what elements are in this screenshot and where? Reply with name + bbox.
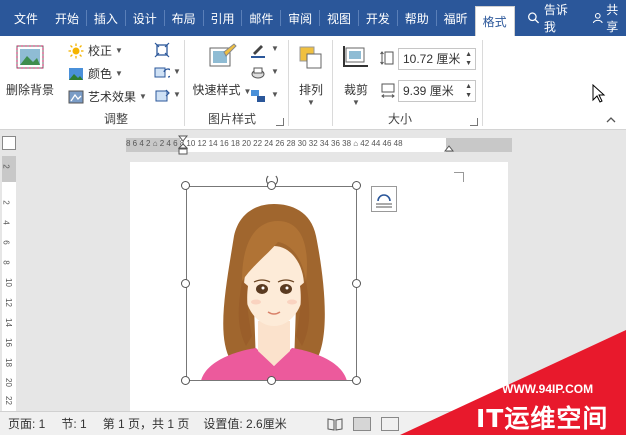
tab-format[interactable]: 格式 <box>474 6 515 36</box>
arrange-label: 排列 <box>298 83 323 97</box>
picture-styles-launcher[interactable] <box>276 118 284 126</box>
picture-selection-frame <box>186 186 357 381</box>
resize-handle-top-right[interactable] <box>352 181 361 190</box>
artistic-effects-label: 艺术效果 <box>88 90 137 104</box>
status-setting-value: 设置值: 2.6厘米 <box>203 417 287 431</box>
mouse-cursor-icon <box>592 84 606 103</box>
artistic-effects-icon <box>68 90 84 103</box>
change-picture-icon[interactable] <box>154 65 170 81</box>
sun-icon <box>68 43 84 58</box>
picture-border-icon[interactable] <box>250 42 266 58</box>
lightbulb-search-icon <box>527 12 539 24</box>
tab-references[interactable]: 引用 <box>203 0 241 36</box>
shape-height-input[interactable]: 10.72 厘米 ▲ ▼ <box>398 48 476 70</box>
tab-layout[interactable]: 布局 <box>165 0 203 36</box>
watermark-url: WWW.94IP.COM <box>502 382 594 396</box>
height-spinner-arrows[interactable]: ▲ ▼ <box>465 50 472 68</box>
picture-styles-group-label: 图片样式 <box>207 112 256 126</box>
remove-background-button[interactable]: 删除背景 <box>4 42 56 98</box>
layout-options-button[interactable] <box>371 186 397 212</box>
resize-handle-left[interactable] <box>181 279 190 288</box>
collapse-ribbon-icon[interactable] <box>606 116 616 124</box>
shape-width-value: 9.39 厘米 <box>403 84 454 98</box>
corrections-label: 校正 <box>88 44 113 58</box>
quick-styles-label: 快速样式 <box>192 83 241 97</box>
tab-help[interactable]: 帮助 <box>398 0 436 36</box>
picture-color-icon <box>69 67 83 80</box>
resize-handle-bottom[interactable] <box>267 376 276 385</box>
tab-mailings[interactable]: 邮件 <box>242 0 280 36</box>
indent-marker-icon[interactable] <box>178 135 188 155</box>
resize-handle-bottom-right[interactable] <box>352 376 361 385</box>
resize-handle-bottom-left[interactable] <box>181 376 190 385</box>
status-page-count[interactable]: 第 1 页，共 1 页 <box>103 415 190 432</box>
status-page[interactable]: 页面: 1 <box>8 415 45 432</box>
horizontal-ruler[interactable]: 8 6 4 2 ⌂ 2 4 6 8 10 12 14 16 18 20 22 2… <box>126 135 512 155</box>
color-button[interactable]: 颜色 ▼ <box>68 65 123 82</box>
adjust-group-label: 调整 <box>103 112 128 126</box>
corrections-button[interactable]: 校正 ▼ <box>68 42 123 59</box>
color-label: 颜色 <box>88 67 113 81</box>
arrange-button[interactable]: 排列 ▼ <box>294 42 328 107</box>
text-wrap-icon <box>376 194 392 208</box>
tab-developer[interactable]: 开发 <box>359 0 397 36</box>
picture-effects-icon[interactable] <box>250 65 266 81</box>
shape-width-input[interactable]: 9.39 厘米 ▲ ▼ <box>398 80 476 102</box>
reset-picture-icon[interactable] <box>154 88 170 104</box>
quick-styles-button[interactable]: 快速样式 ▼ <box>192 42 252 98</box>
crop-label: 裁剪 <box>343 83 368 97</box>
ribbon-panel: 删除背景 校正 ▼ 颜色 ▼ 艺术效果 ▼ ▼ ▼ 调整 快速样式 ▼ ▼ ▼ ▼ 图片… <box>0 36 626 130</box>
shape-height-icon <box>380 51 394 65</box>
tab-insert[interactable]: 插入 <box>87 0 125 36</box>
margin-corner-mark <box>454 172 464 182</box>
print-layout-button[interactable] <box>352 416 371 431</box>
ribbon-tab-bar: 文件 开始 插入 设计 布局 引用 邮件 审阅 视图 开发 帮助 福昕 格式 告… <box>0 0 626 36</box>
tab-review[interactable]: 审阅 <box>281 0 319 36</box>
resize-handle-top-left[interactable] <box>181 181 190 190</box>
quick-styles-icon <box>209 43 237 67</box>
tell-me-label: 告诉我 <box>543 3 568 34</box>
tab-home[interactable]: 开始 <box>48 0 86 36</box>
tab-foxit[interactable]: 福昕 <box>437 0 475 36</box>
width-spinner-arrows[interactable]: ▲ ▼ <box>465 82 472 100</box>
tab-view[interactable]: 视图 <box>320 0 358 36</box>
tell-me-box[interactable]: 告诉我 <box>527 0 574 36</box>
tab-stop-selector[interactable] <box>2 136 16 150</box>
resize-handle-top[interactable] <box>267 181 276 190</box>
artistic-effects-button[interactable]: 艺术效果 ▼ <box>68 88 147 105</box>
status-section[interactable]: 节: 1 <box>61 415 86 432</box>
tab-file[interactable]: 文件 <box>0 0 48 36</box>
share-label: 共享 <box>606 3 619 34</box>
person-icon <box>592 13 603 24</box>
crop-icon <box>343 46 368 67</box>
size-group-label: 大小 <box>387 112 412 126</box>
right-indent-marker-icon[interactable] <box>444 144 454 152</box>
tab-design[interactable]: 设计 <box>126 0 164 36</box>
remove-background-label: 删除背景 <box>5 83 54 97</box>
picture-layout-icon[interactable] <box>250 88 266 104</box>
crop-button[interactable]: 裁剪 ▼ <box>338 42 374 107</box>
arrange-icon <box>299 46 322 69</box>
read-mode-icon[interactable] <box>327 417 343 431</box>
watermark-brand: IT运维空间 <box>476 404 609 433</box>
shape-height-value: 10.72 厘米 <box>403 52 461 66</box>
remove-background-icon <box>16 45 44 69</box>
web-layout-button[interactable] <box>380 416 399 431</box>
size-launcher[interactable] <box>470 118 478 126</box>
shape-width-icon <box>381 83 395 98</box>
resize-handle-right[interactable] <box>352 279 361 288</box>
compress-pictures-icon[interactable] <box>154 42 170 58</box>
share-button[interactable]: 共享 <box>592 0 626 36</box>
vertical-ruler[interactable]: 224 6 8 10 12 14 16 18 20 22 <box>2 156 16 411</box>
